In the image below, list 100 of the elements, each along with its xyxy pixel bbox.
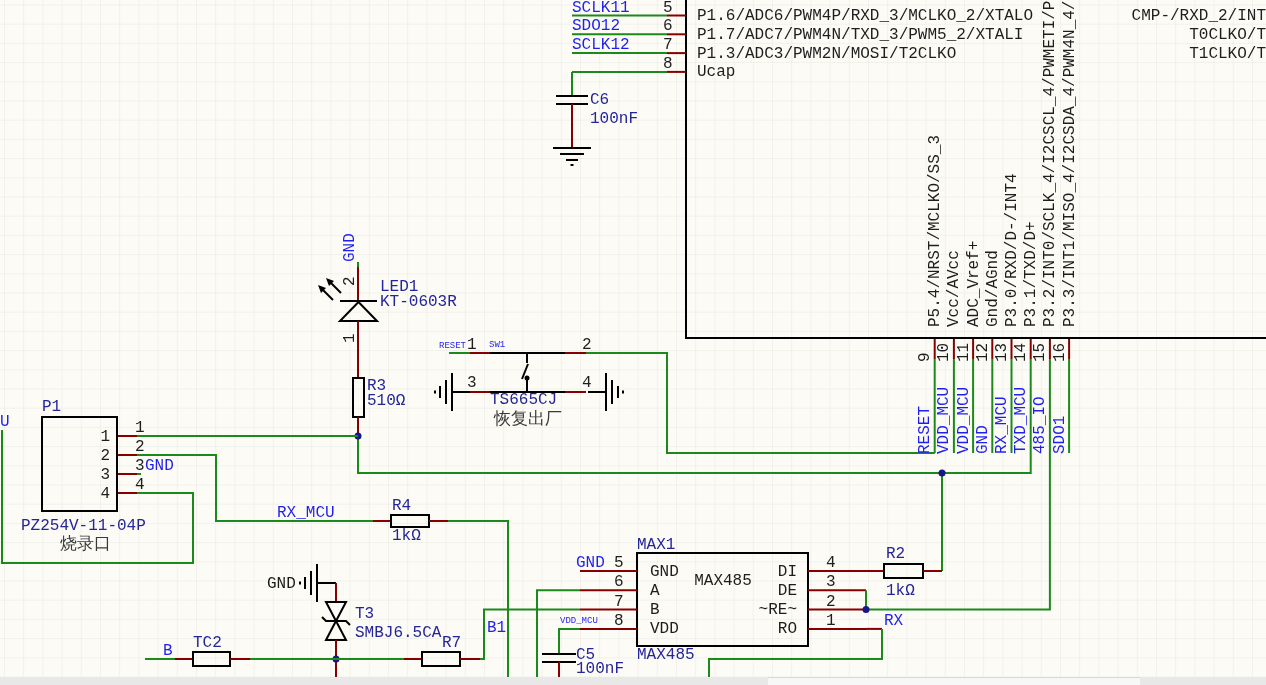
designator: T3 xyxy=(355,607,375,622)
designator: R3 xyxy=(367,378,387,394)
pin-lead xyxy=(666,52,687,55)
pin-number: 3 xyxy=(467,376,477,391)
resistor-icon xyxy=(421,651,461,667)
designator: R2 xyxy=(886,547,906,562)
pin-number: 3 xyxy=(826,575,836,591)
switch-icon xyxy=(489,352,566,393)
net-label: GND xyxy=(145,458,174,474)
net-label: GND xyxy=(343,233,358,262)
ground-icon xyxy=(299,563,337,603)
pin-label: T0CLKO/T xyxy=(1189,27,1266,43)
part-number: PZ254V-11-04P xyxy=(21,518,146,534)
scrollbar-thumb[interactable] xyxy=(768,677,1140,685)
resistor-icon xyxy=(192,651,231,667)
resistor-icon xyxy=(883,563,924,579)
pin-number: 13 xyxy=(995,342,1010,362)
net-label: GND xyxy=(975,425,991,454)
pin-label: P1.6/ADC6/PWM4P/RXD_3/MCLKO_2/XTALO xyxy=(697,9,1034,24)
net-label: VDD_MCU xyxy=(560,617,598,626)
pin-label: P3.0/RXD/D-/INT4 xyxy=(1005,173,1020,327)
designator: MAX1 xyxy=(637,537,676,553)
pin-number: 3 xyxy=(135,458,145,474)
pin-lead xyxy=(1029,338,1032,360)
pin-label: ~RE~ xyxy=(758,603,797,619)
pin-number: 4 xyxy=(826,556,836,571)
pin-lead xyxy=(972,338,975,360)
capacitor-icon xyxy=(541,653,577,663)
resistor-icon xyxy=(390,514,430,528)
net-label: TXD_MCU xyxy=(1014,386,1030,454)
component-value: 100nF xyxy=(590,111,638,127)
pin-number: 14 xyxy=(1014,342,1030,362)
net-label: RX_MCU xyxy=(277,505,335,521)
pin-number: 6 xyxy=(614,575,624,591)
designator: P1 xyxy=(42,400,62,415)
pin-lead xyxy=(579,627,638,630)
pin-lead xyxy=(952,338,955,360)
pin-label: DE xyxy=(777,583,797,599)
pin-number: 1 xyxy=(135,420,145,436)
component-comment: 烧录口 xyxy=(60,536,111,554)
pin-label: P5.4/NRST/MCLKO/SS_3 xyxy=(928,134,944,327)
net-label: VDD_MCU xyxy=(937,386,953,454)
pin-number: 3 xyxy=(100,467,110,483)
pin-number: 12 xyxy=(975,342,991,362)
pin-label: Vcc/AVcc xyxy=(947,250,963,327)
pin-number: 5 xyxy=(663,0,673,16)
junction-dot-icon xyxy=(938,469,946,477)
pin-number: 8 xyxy=(614,613,624,629)
pin-label: P3.1/TXD/D+ xyxy=(1024,221,1040,327)
ground-icon xyxy=(552,147,592,166)
component-value: 100nF xyxy=(576,662,624,677)
component-value: 1kΩ xyxy=(392,528,421,544)
pin-number: 7 xyxy=(614,594,624,610)
part-number: SMBJ6.5CA xyxy=(355,626,442,641)
net-label: GND xyxy=(576,556,605,571)
pin-label: ADC_Vref+ xyxy=(966,240,982,327)
pin-number: 2 xyxy=(826,594,836,610)
ground-port-label: GND xyxy=(267,577,296,592)
designator: R7 xyxy=(442,636,462,651)
pin-label: Ucap xyxy=(697,65,736,81)
component-value: 1kΩ xyxy=(886,584,915,599)
pin-number: 8 xyxy=(663,56,673,72)
horizontal-scrollbar[interactable] xyxy=(0,677,1266,685)
pin-number: 2 xyxy=(343,276,358,286)
net-label: SCLK11 xyxy=(572,0,630,16)
pin-number: 1 xyxy=(467,337,477,353)
pin-label: P3.3/INT1/MISO_4/I2CSDA_4/PWM4N_4/ xyxy=(1062,0,1078,327)
pin-label: A xyxy=(650,583,660,599)
pin-lead xyxy=(666,14,687,17)
pin-lead xyxy=(933,338,936,360)
designator: SW1 xyxy=(489,341,506,350)
pin-label: P1.3/ADC3/PWM2N/MOSI/T2CLKO xyxy=(697,46,957,62)
designator: TC2 xyxy=(193,636,222,651)
pin-number: 1 xyxy=(826,613,836,629)
tvs-diode-icon xyxy=(321,601,351,641)
capacitor-icon xyxy=(555,95,589,105)
net-label: SDO12 xyxy=(572,19,620,35)
pin-label: DI xyxy=(777,564,797,580)
pin-number: 1 xyxy=(100,429,110,445)
junction-dot-icon xyxy=(354,432,362,440)
ic-body-text: MAX485 xyxy=(694,574,752,589)
junction-dot-icon xyxy=(862,606,870,614)
led-icon xyxy=(318,278,380,322)
pin-label: GND xyxy=(650,564,679,580)
net-label: RESET xyxy=(918,406,934,454)
pin-number: 1 xyxy=(343,333,358,343)
net-label: SDO1 xyxy=(1052,415,1068,454)
wire xyxy=(448,352,471,354)
pin-label: CMP-/RXD_2/INT xyxy=(1131,9,1266,24)
pin-number: 15 xyxy=(1033,342,1049,362)
net-label: B xyxy=(163,643,173,659)
wire xyxy=(357,261,359,268)
pin-label: P1.7/ADC7/PWM4N/TXD_3/PWM5_2/XTALI xyxy=(697,27,1024,43)
pin-lead xyxy=(1068,338,1071,360)
designator: C6 xyxy=(590,93,610,108)
component-comment: 恢复出厂 xyxy=(494,411,562,429)
pin-number: 16 xyxy=(1052,342,1068,362)
net-label: RESET xyxy=(439,342,466,351)
pin-number: 5 xyxy=(614,556,624,571)
pin-lead xyxy=(579,589,638,592)
